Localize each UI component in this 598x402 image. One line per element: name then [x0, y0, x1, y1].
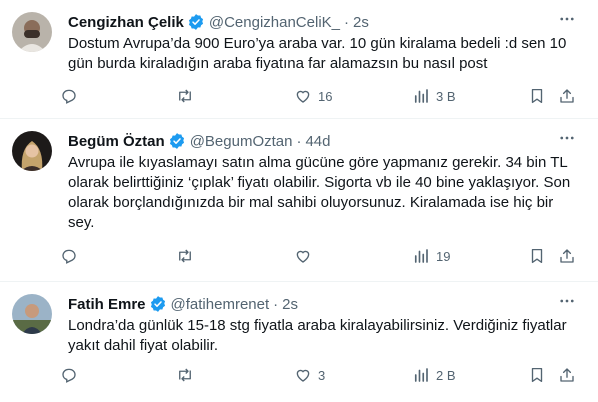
like-button[interactable]: [294, 247, 318, 265]
verified-icon: [149, 295, 167, 313]
more-icon[interactable]: [558, 292, 576, 315]
retweet-button[interactable]: [176, 247, 200, 265]
bookmark-button[interactable]: [528, 247, 546, 265]
views-button[interactable]: 2 B: [412, 366, 456, 384]
views-icon: [412, 87, 430, 105]
like-icon: [294, 247, 312, 265]
author-name[interactable]: Fatih Emre: [68, 296, 146, 313]
more-icon[interactable]: [558, 10, 576, 33]
share-button[interactable]: [558, 366, 576, 384]
like-count: 3: [318, 367, 326, 383]
reply-button[interactable]: [60, 247, 84, 265]
share-icon: [558, 247, 576, 265]
separator: ·: [273, 295, 279, 313]
avatar[interactable]: [12, 294, 52, 334]
bookmark-button[interactable]: [528, 366, 546, 384]
views-count: 3 B: [436, 88, 456, 104]
like-button[interactable]: 16: [294, 87, 332, 105]
bookmark-button[interactable]: [528, 87, 546, 105]
tweet-actions: 19: [60, 247, 584, 267]
views-count: 2 B: [436, 367, 456, 383]
retweet-button[interactable]: [176, 87, 200, 105]
bookmark-icon: [528, 247, 546, 265]
author-handle[interactable]: @fatihemrenet: [171, 296, 270, 313]
author-name[interactable]: Begüm Öztan: [68, 133, 165, 150]
verified-icon: [168, 132, 186, 150]
tweet-time[interactable]: 2s: [353, 14, 369, 31]
avatar[interactable]: [12, 131, 52, 171]
tweet[interactable]: Fatih Emre @fatihemrenet · 2s Londra’da …: [0, 282, 598, 402]
views-icon: [412, 247, 430, 265]
verified-icon: [187, 13, 205, 31]
share-icon: [558, 87, 576, 105]
views-button[interactable]: 3 B: [412, 87, 456, 105]
author-handle[interactable]: @BegumOztan: [190, 133, 293, 150]
retweet-icon: [176, 87, 194, 105]
reply-icon: [60, 247, 78, 265]
like-count: 16: [318, 88, 333, 104]
tweet-actions: 16 3 B: [60, 87, 584, 107]
bookmark-icon: [528, 87, 546, 105]
retweet-icon: [176, 247, 194, 265]
separator: ·: [344, 13, 349, 31]
like-icon: [294, 87, 312, 105]
tweet[interactable]: Cengizhan Çelik @CengizhanCeliK_ · 2s Do…: [0, 0, 598, 119]
bookmark-icon: [528, 366, 546, 384]
reply-icon: [60, 87, 78, 105]
author-name[interactable]: Cengizhan Çelik: [68, 14, 184, 31]
tweet-time[interactable]: 2s: [282, 296, 298, 313]
tweet-text: Avrupa ile kıyaslamayı satın alma gücüne…: [68, 154, 571, 231]
tweet-text: Dostum Avrupa’da 900 Euro’ya araba var. …: [68, 35, 567, 72]
share-button[interactable]: [558, 247, 576, 265]
tweet-text: Londra’da günlük 15-18 stg fiyatla araba…: [68, 317, 567, 354]
reply-icon: [60, 366, 78, 384]
reply-button[interactable]: [60, 87, 84, 105]
reply-button[interactable]: [60, 366, 84, 384]
retweet-icon: [176, 366, 194, 384]
author-handle[interactable]: @CengizhanCeliK_: [209, 14, 340, 31]
separator: ·: [296, 132, 302, 150]
like-icon: [294, 366, 312, 384]
more-icon[interactable]: [558, 129, 576, 152]
share-icon: [558, 366, 576, 384]
tweet-time[interactable]: 44d: [305, 133, 330, 150]
views-count: 19: [436, 248, 451, 264]
tweet-actions: 3 2 B: [60, 366, 584, 386]
retweet-button[interactable]: [176, 366, 200, 384]
tweet[interactable]: Begüm Öztan @BegumOztan · 44d Avrupa ile…: [0, 119, 598, 282]
avatar[interactable]: [12, 12, 52, 52]
share-button[interactable]: [558, 87, 576, 105]
views-icon: [412, 366, 430, 384]
like-button[interactable]: 3: [294, 366, 325, 384]
views-button[interactable]: 19: [412, 247, 450, 265]
